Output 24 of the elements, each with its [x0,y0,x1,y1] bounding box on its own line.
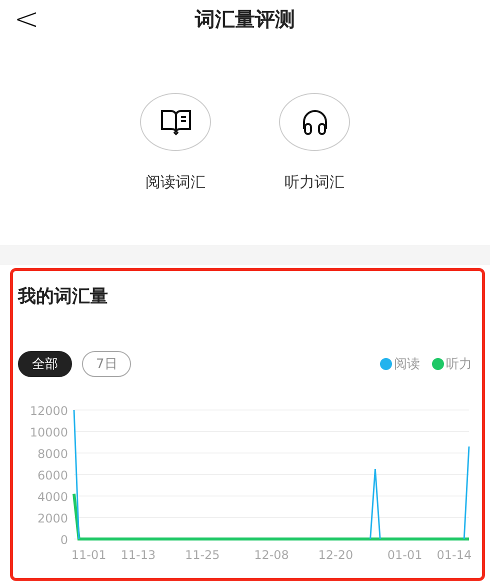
axis-label: 11-01 [71,548,106,562]
axis-label: 2000 [37,511,68,526]
card-title: 我的词汇量 [18,284,109,308]
axis-label: 01-14 [436,548,472,562]
page-title: 词汇量评测 [195,6,295,34]
axis-label: 01-01 [387,548,422,562]
axis-label: 10000 [30,425,68,440]
axis-label: 11-25 [184,548,220,562]
mode-label[interactable]: 听力词汇 [284,172,344,192]
axis-label: 4000 [37,490,68,504]
axis-label: 6000 [37,468,68,482]
axis-label: 12-20 [318,548,354,562]
filter-tab[interactable]: 全部 [18,350,72,377]
book-icon [160,108,192,136]
mode-label[interactable]: 阅读词汇 [146,172,206,192]
axis-label: 12000 [30,404,68,418]
axis-label: 0 [60,532,68,547]
axis-label: 11-13 [120,548,156,562]
axis-label: 12-08 [254,548,289,562]
back-button[interactable]: < [10,2,44,37]
axis-label: 8000 [37,446,68,461]
filter-tab[interactable]: 7日 [82,350,132,377]
legend-label: 听力 [446,356,472,373]
legend-label: 阅读 [394,356,420,373]
